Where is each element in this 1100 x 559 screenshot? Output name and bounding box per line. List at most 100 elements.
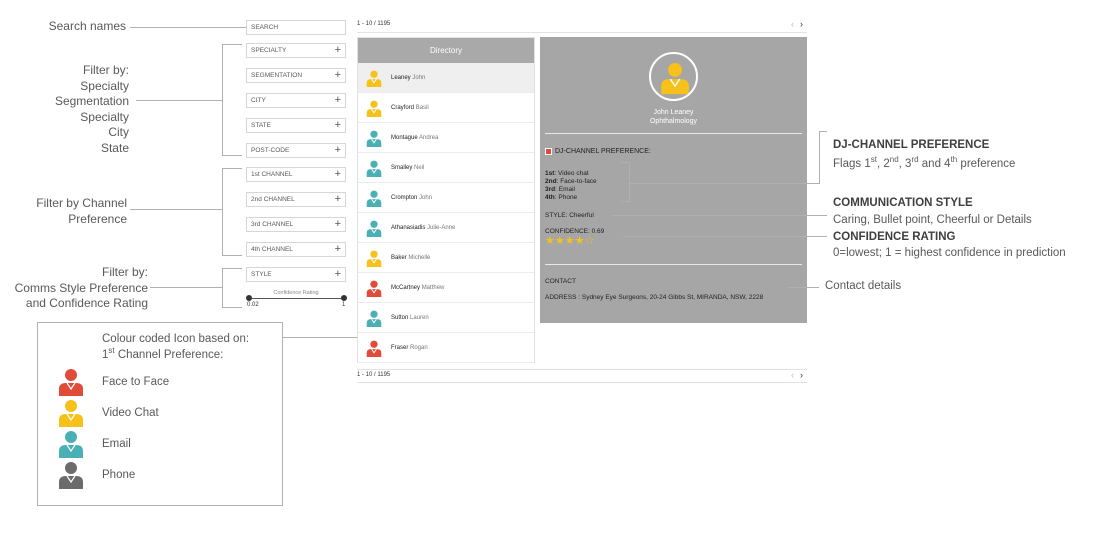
connector-search <box>130 27 246 28</box>
filter-2nd-channel[interactable]: 2nd CHANNEL + <box>246 192 346 207</box>
bracket-dj-top <box>819 131 827 132</box>
directory-rows: Leaney John Crayford Basil Montague Andrea… <box>358 63 534 363</box>
next-page-icon[interactable]: › <box>800 19 803 29</box>
bracket-prefs-top <box>621 162 629 163</box>
confidence-line: CONFIDENCE: 0.69 <box>545 228 605 235</box>
contact-name: Athanasiadis Julie-Anne <box>391 225 456 231</box>
annotation-comm-desc: Caring, Bullet point, Cheerful or Detail… <box>833 214 1032 226</box>
doctor-icon <box>366 70 382 87</box>
doctor-icon <box>59 431 83 458</box>
plus-icon[interactable]: + <box>335 70 341 81</box>
directory-header: Directory <box>358 38 534 63</box>
flag-icon <box>545 148 552 155</box>
slider-max-value: 1 <box>342 302 346 308</box>
bracket-filter <box>222 44 242 156</box>
divider <box>357 32 807 33</box>
address-line: ADDRESS : Sydney Eye Surgeons, 20-24 Gib… <box>545 294 764 301</box>
bracket-prefs-bottom <box>621 201 629 202</box>
detail-name-block: John Leaney Ophthalmology <box>540 108 807 126</box>
doctor-icon <box>366 220 382 237</box>
contact-name: Smalley Neil <box>391 165 425 171</box>
dj-channel-label: DJ-CHANNEL PREFERENCE: <box>545 148 651 155</box>
contact-name: Crayford Basil <box>391 105 429 111</box>
bracket-comms <box>222 268 242 308</box>
connector-prefs <box>629 183 819 184</box>
pref-1: 1st: Video chat <box>545 170 589 177</box>
pref-4: 4th: Phone <box>545 194 578 201</box>
confidence-stars: ★★★★☆ <box>545 236 594 247</box>
doctor-icon <box>366 190 382 207</box>
contact-name: Fraser Rogan <box>391 345 428 351</box>
contact-name: Baker Michelle <box>391 255 431 261</box>
connector-channel <box>130 209 222 210</box>
filter-specialty[interactable]: SPECIALTY + <box>246 43 346 58</box>
bracket-prefs <box>629 162 630 202</box>
connector-filter <box>136 100 222 101</box>
plus-icon[interactable]: + <box>335 194 341 205</box>
icon-legend: Colour coded Icon based on: 1st Channel … <box>37 322 283 506</box>
style-line: STYLE: Cheerful <box>545 212 594 219</box>
list-item[interactable]: Sutton Lauren <box>358 303 534 333</box>
detail-panel: John Leaney Ophthalmology DJ-CHANNEL PRE… <box>540 37 807 323</box>
filter-city[interactable]: CITY + <box>246 93 346 108</box>
doctor-icon <box>59 400 83 427</box>
filter-1st-channel[interactable]: 1st CHANNEL + <box>246 167 346 182</box>
list-item[interactable]: Fraser Rogan <box>358 333 534 363</box>
list-item[interactable]: Leaney John <box>358 63 534 93</box>
star-filled-icon: ★ <box>545 235 555 247</box>
annotation-dj-desc: Flags 1st, 2nd, 3rd and 4th preference <box>833 155 1016 170</box>
list-item[interactable]: Crayford Basil <box>358 93 534 123</box>
filter-3rd-channel[interactable]: 3rd CHANNEL + <box>246 217 346 232</box>
search-placeholder: SEARCH <box>251 24 279 31</box>
annotation-conf-title: CONFIDENCE RATING <box>833 231 956 243</box>
contact-name: Montague Andrea <box>391 135 439 141</box>
annotation-comms: Filter by: Comms Style Preference and Co… <box>14 265 148 310</box>
list-item[interactable]: Crompton John <box>358 183 534 213</box>
plus-icon[interactable]: + <box>335 244 341 255</box>
plus-icon[interactable]: + <box>335 120 341 131</box>
confidence-slider-max-handle[interactable] <box>341 295 347 301</box>
filter-style[interactable]: STYLE + <box>246 267 346 282</box>
annotation-filter: Filter by: Specialty Segmentation Specia… <box>54 63 129 155</box>
contact-label: CONTACT <box>545 278 576 285</box>
bracket-dj-right <box>819 131 820 184</box>
confidence-slider-track[interactable] <box>248 298 344 299</box>
plus-icon[interactable]: + <box>335 45 341 56</box>
plus-icon[interactable]: + <box>335 219 341 230</box>
filter-segmentation[interactable]: SEGMENTATION + <box>246 68 346 83</box>
list-item[interactable]: Athanasiadis Julie-Anne <box>358 213 534 243</box>
contact-name: Crompton John <box>391 195 433 201</box>
divider <box>545 264 802 265</box>
filter-state[interactable]: STATE + <box>246 118 346 133</box>
prev-page-icon[interactable]: ‹ <box>791 19 794 29</box>
pager-bottom: 1 - 10 / 1195 ‹ › <box>357 370 807 380</box>
list-item[interactable]: Montague Andrea <box>358 123 534 153</box>
annotation-dj-title: DJ-CHANNEL PREFERENCE <box>833 139 990 151</box>
star-empty-icon: ☆ <box>584 235 595 247</box>
divider <box>357 382 807 383</box>
pref-3: 3rd: Email <box>545 186 576 193</box>
connector-comms <box>150 287 222 288</box>
directory-list: Directory Leaney John Crayford Basil Monta… <box>357 37 535 363</box>
pager-top: 1 - 10 / 1195 ‹ › <box>357 19 807 29</box>
annotation-search: Search names <box>48 19 126 33</box>
filter-4th-channel[interactable]: 4th CHANNEL + <box>246 242 346 257</box>
star-filled-icon: ★ <box>574 235 585 247</box>
pager-count: 1 - 10 / 1195 <box>357 372 391 378</box>
doctor-icon <box>366 280 382 297</box>
plus-icon[interactable]: + <box>335 95 341 106</box>
plus-icon[interactable]: + <box>335 269 341 280</box>
doctor-icon <box>366 160 382 177</box>
plus-icon[interactable]: + <box>335 145 341 156</box>
connector-confidence <box>623 236 827 237</box>
confidence-slider-min-handle[interactable] <box>246 295 252 301</box>
list-item[interactable]: Baker Michelle <box>358 243 534 273</box>
plus-icon[interactable]: + <box>335 169 341 180</box>
prev-page-icon[interactable]: ‹ <box>791 370 794 380</box>
search-input[interactable]: SEARCH <box>246 20 346 35</box>
next-page-icon[interactable]: › <box>800 370 803 380</box>
list-item[interactable]: Smalley Neil <box>358 153 534 183</box>
pager-count: 1 - 10 / 1195 <box>357 21 391 27</box>
filter-post-code[interactable]: POST-CODE + <box>246 143 346 158</box>
list-item[interactable]: McCartney Matthew <box>358 273 534 303</box>
